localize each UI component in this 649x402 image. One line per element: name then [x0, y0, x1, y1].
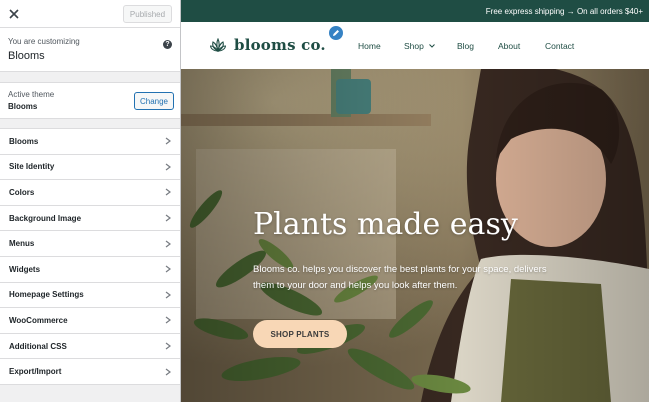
- menu-item-menus[interactable]: Menus: [0, 231, 180, 257]
- site-preview: Free express shipping → On all orders $4…: [181, 0, 649, 402]
- nav-shop[interactable]: Shop: [404, 22, 435, 69]
- menu-item-label: Site Identity: [9, 162, 55, 172]
- chevron-right-icon: [165, 189, 171, 196]
- menu-item-label: Colors: [9, 187, 35, 197]
- hero-description: Blooms co. helps you discover the best p…: [253, 264, 547, 291]
- chevron-down-icon: [429, 43, 435, 48]
- flower-logo-icon: [210, 38, 226, 52]
- menu-item-label: Menus: [9, 239, 35, 249]
- edit-shortcut-button[interactable]: [328, 25, 344, 41]
- site-name: Blooms: [8, 50, 45, 62]
- menu-item-background-image[interactable]: Background Image: [0, 205, 180, 232]
- menu-item-blooms[interactable]: Blooms: [0, 129, 180, 155]
- nav-contact[interactable]: Contact: [545, 22, 574, 69]
- customizer-menu: Blooms Site Identity Colors Background I…: [0, 128, 180, 385]
- nav-blog[interactable]: Blog: [457, 22, 474, 69]
- chevron-right-icon: [165, 163, 171, 171]
- nav-shop-label: Shop: [404, 40, 424, 51]
- chevron-right-icon: [165, 291, 171, 299]
- customizing-label: You are customizing: [8, 37, 80, 46]
- close-icon: [9, 9, 19, 19]
- menu-item-label: Export/Import: [9, 367, 62, 377]
- chevron-right-icon: [165, 240, 171, 248]
- brand-name: blooms co.: [234, 36, 326, 54]
- shipping-banner: Free express shipping → On all orders $4…: [181, 0, 649, 22]
- site-logo[interactable]: blooms co.: [210, 36, 326, 54]
- change-theme-button[interactable]: Change: [134, 92, 174, 110]
- chevron-right-icon: [165, 368, 171, 376]
- menu-item-label: Homepage Settings: [9, 290, 84, 300]
- menu-item-colors[interactable]: Colors: [0, 180, 180, 206]
- menu-item-widgets[interactable]: Widgets: [0, 256, 180, 283]
- menu-item-site-identity[interactable]: Site Identity: [0, 154, 180, 181]
- menu-item-export-import[interactable]: Export/Import: [0, 359, 180, 385]
- customizer-header: Published: [0, 0, 180, 28]
- pencil-icon: [333, 30, 339, 36]
- customizing-info: You are customizing Blooms ?: [0, 28, 180, 72]
- nav-contact-label: Contact: [545, 40, 575, 51]
- close-button[interactable]: [0, 0, 28, 28]
- customizer-sidebar: Published You are customizing Blooms ? A…: [0, 0, 181, 402]
- menu-item-label: Blooms: [9, 136, 39, 146]
- hero-title: Plants made easy: [253, 207, 518, 242]
- menu-item-woocommerce[interactable]: WooCommerce: [0, 308, 180, 334]
- nav-blog-label: Blog: [457, 40, 475, 51]
- nav-about-label: About: [498, 40, 521, 51]
- shipping-banner-text: Free express shipping → On all orders $4…: [485, 6, 643, 16]
- nav-home[interactable]: Home: [358, 22, 381, 69]
- active-theme-section: Active theme Blooms Change: [0, 82, 180, 119]
- menu-item-additional-css[interactable]: Additional CSS: [0, 333, 180, 360]
- menu-item-label: Background Image: [9, 213, 82, 223]
- menu-item-label: Additional CSS: [9, 341, 67, 351]
- site-header: blooms co. Home Shop Blog About Contact: [181, 22, 649, 69]
- chevron-right-icon: [165, 342, 171, 350]
- nav-about[interactable]: About: [498, 22, 520, 69]
- published-button[interactable]: Published: [123, 5, 172, 23]
- chevron-right-icon: [165, 265, 171, 273]
- chevron-right-icon: [165, 214, 171, 222]
- help-icon[interactable]: ?: [163, 40, 172, 49]
- chevron-right-icon: [165, 137, 171, 145]
- nav-home-label: Home: [358, 40, 381, 51]
- shop-plants-button[interactable]: SHOP PLANTS: [253, 320, 347, 348]
- menu-item-homepage-settings[interactable]: Homepage Settings: [0, 282, 180, 309]
- hero-section: Plants made easy Blooms co. helps you di…: [181, 69, 649, 402]
- menu-item-label: WooCommerce: [9, 315, 68, 325]
- chevron-right-icon: [165, 316, 171, 324]
- menu-item-label: Widgets: [9, 264, 41, 274]
